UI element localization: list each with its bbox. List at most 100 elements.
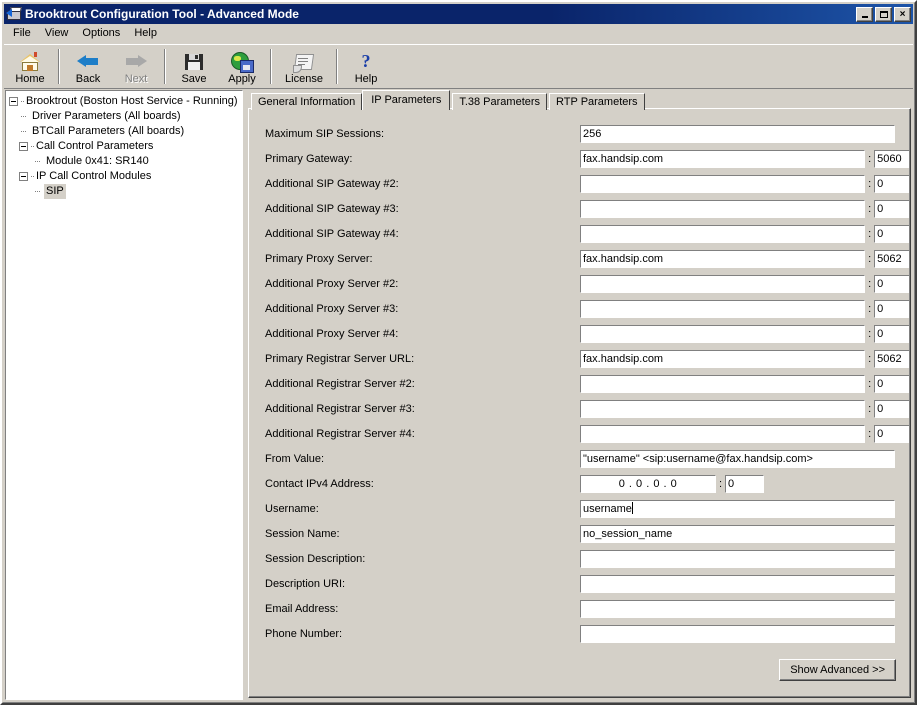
field-label: From Value: [265,452,325,465]
toolbar-apply-label: Apply [228,72,256,85]
tab-t38-parameters[interactable]: T.38 Parameters [452,93,548,110]
field-label: Additional Registrar Server #4: [265,427,415,440]
collapse-expander-icon[interactable] [19,142,28,151]
toolbar-back-button[interactable]: Back [64,45,112,88]
menu-file[interactable]: File [6,25,38,42]
tree-item-module-sr140[interactable]: Module 0x41: SR140 [9,154,242,169]
additional-sip-gateway-3-input[interactable] [580,199,866,218]
phone-number-input[interactable] [580,624,895,643]
home-icon [18,51,42,72]
tree-leaf-connector-icon [33,187,42,196]
menu-view[interactable]: View [38,25,76,42]
tree-item-call-control-parameters[interactable]: Call Control Parameters [9,139,242,154]
application-window: Brooktrout Configuration Tool - Advanced… [0,0,917,705]
primary-gateway-input[interactable]: fax.handsip.com [580,149,866,168]
username-input[interactable]: username [580,499,895,518]
additional-proxy-server-4-input[interactable] [580,324,866,343]
additional-registrar-server-2-input[interactable] [580,374,866,393]
collapse-expander-icon[interactable] [9,97,18,106]
contact-ipv4-address-port-input[interactable]: 0 [725,474,764,493]
additional-proxy-server-4-port-input[interactable]: 0 [874,324,910,343]
colon-separator: : [868,427,872,440]
toolbar-apply-button[interactable]: Apply [218,45,266,88]
show-advanced-button[interactable]: Show Advanced >> [779,659,896,681]
tree-item-sip[interactable]: SIP [9,184,242,199]
field-row-primary-gateway: Primary Gateway: fax.handsip.com : 5060 [249,146,910,171]
colon-separator: : [868,277,872,290]
toolbar-next-label: Next [124,72,148,85]
field-row-maximum-sip-sessions: Maximum SIP Sessions: 256 [249,121,910,146]
from-value-input[interactable]: "username" <sip:username@fax.handsip.com… [580,449,895,468]
tab-ip-parameters[interactable]: IP Parameters [362,90,451,110]
configuration-tree: Brooktrout (Boston Host Service - Runnin… [9,94,242,199]
toolbar-license-button[interactable]: License [276,45,332,88]
additional-proxy-server-3-input[interactable] [580,299,866,318]
parameters-panel: General Information IP Parameters T.38 P… [248,90,912,700]
additional-registrar-server-4-input[interactable] [580,424,866,443]
tree-item-btcall-parameters[interactable]: BTCall Parameters (All boards) [9,124,242,139]
email-address-input[interactable] [580,599,895,618]
additional-proxy-server-3-port-input[interactable]: 0 [874,299,910,318]
additional-sip-gateway-3-port-input[interactable]: 0 [874,199,910,218]
toolbar-separator [58,49,60,84]
additional-registrar-server-2-port-input[interactable]: 0 [874,374,910,393]
collapse-expander-icon[interactable] [19,172,28,181]
title-bar: Brooktrout Configuration Tool - Advanced… [4,4,913,24]
toolbar-save-label: Save [181,72,207,85]
tree-item-label: Call Control Parameters [36,140,154,152]
toolbar-help-button[interactable]: ? Help [342,45,390,88]
tree-item-driver-parameters[interactable]: Driver Parameters (All boards) [9,109,242,124]
question-mark-icon: ? [361,50,371,71]
additional-sip-gateway-2-port-input[interactable]: 0 [874,174,910,193]
tree-item-ip-call-control-modules[interactable]: IP Call Control Modules [9,169,242,184]
primary-proxy-server-port-input[interactable]: 5062 [874,249,910,268]
field-row-additional-sip-gateway-4: Additional SIP Gateway #4: : 0 [249,221,910,246]
close-icon: × [899,8,906,20]
toolbar-home-label: Home [15,72,45,85]
maximum-sip-sessions-input[interactable]: 256 [580,124,895,143]
tree-leaf-connector-icon [19,112,28,121]
description-uri-input[interactable] [580,574,895,593]
primary-gateway-port-input[interactable]: 5060 [874,149,910,168]
primary-registrar-server-url-port-input[interactable]: 5062 [874,349,910,368]
session-name-input[interactable]: no_session_name [580,524,895,543]
primary-registrar-server-url-input[interactable]: fax.handsip.com [580,349,866,368]
tab-general-information[interactable]: General Information [251,93,363,110]
field-label: Primary Proxy Server: [265,252,373,265]
toolbar-home-button[interactable]: Home [6,45,54,88]
menu-help[interactable]: Help [127,25,164,42]
close-button[interactable]: × [894,6,911,22]
tree-leaf-connector-icon [33,157,42,166]
tab-rtp-parameters[interactable]: RTP Parameters [549,93,645,110]
additional-registrar-server-3-port-input[interactable]: 0 [874,399,910,418]
menu-options[interactable]: Options [75,25,127,42]
minimize-button[interactable] [856,6,873,22]
field-row-from-value: From Value: "username" <sip:username@fax… [249,446,910,471]
session-description-input[interactable] [580,549,895,568]
field-label: Additional Proxy Server #3: [265,302,399,315]
additional-registrar-server-4-port-input[interactable]: 0 [874,424,910,443]
tree-leaf-connector-icon [19,127,28,136]
additional-proxy-server-2-port-input[interactable]: 0 [874,274,910,293]
primary-proxy-server-input[interactable]: fax.handsip.com [580,249,866,268]
toolbar-next-button[interactable]: Next [112,45,160,88]
colon-separator: : [868,152,872,165]
additional-sip-gateway-4-port-input[interactable]: 0 [874,224,910,243]
field-label: Username: [265,502,319,515]
additional-sip-gateway-4-input[interactable] [580,224,866,243]
additional-sip-gateway-2-input[interactable] [580,174,866,193]
field-label: Additional Proxy Server #2: [265,277,399,290]
configuration-tree-panel[interactable]: Brooktrout (Boston Host Service - Runnin… [5,90,243,700]
field-label: Maximum SIP Sessions: [265,127,385,140]
maximize-button[interactable] [875,6,892,22]
additional-registrar-server-3-input[interactable] [580,399,866,418]
maximize-icon [879,10,888,18]
field-label: Email Address: [265,602,339,615]
additional-proxy-server-2-input[interactable] [580,274,866,293]
next-arrow-icon [124,51,148,72]
toolbar-separator [336,49,338,84]
contact-ipv4-address-input[interactable]: 0 . 0 . 0 . 0 [580,474,716,493]
field-label: Description URI: [265,577,346,590]
toolbar-save-button[interactable]: Save [170,45,218,88]
tree-item-brooktrout-root[interactable]: Brooktrout (Boston Host Service - Runnin… [9,94,242,109]
